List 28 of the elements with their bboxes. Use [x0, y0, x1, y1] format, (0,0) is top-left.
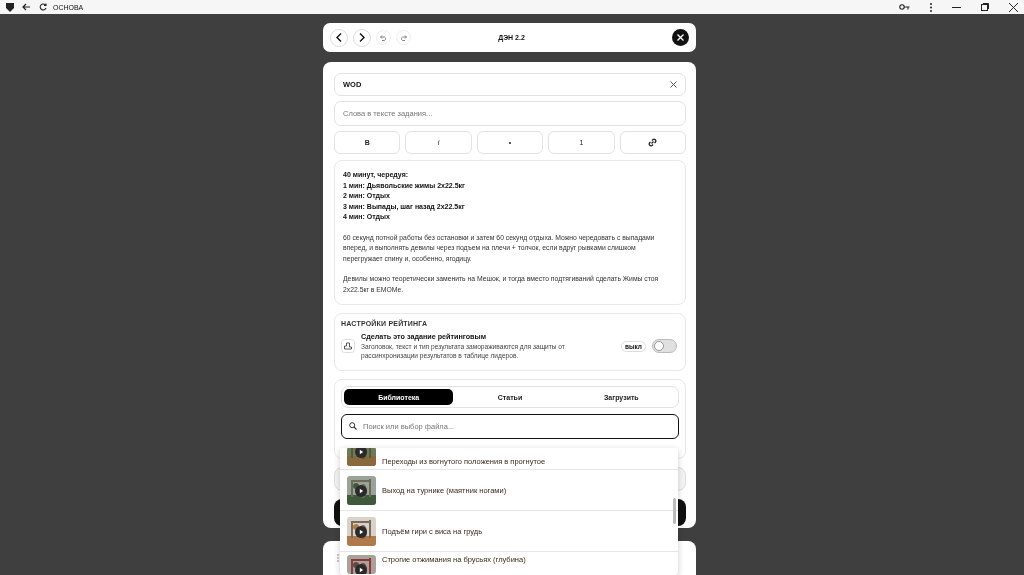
- maximize-icon[interactable]: [981, 3, 989, 11]
- undo-button[interactable]: [376, 30, 391, 45]
- close-icon: [677, 34, 684, 41]
- play-icon[interactable]: [355, 525, 367, 538]
- next-button[interactable]: [353, 28, 371, 47]
- redo-icon: [400, 34, 407, 41]
- reload-icon[interactable]: [39, 3, 47, 11]
- app-icon: [6, 2, 14, 12]
- scrollbar-thumb[interactable]: [673, 498, 676, 524]
- minimize-icon[interactable]: [952, 6, 961, 8]
- key-icon[interactable]: [899, 4, 910, 10]
- play-icon[interactable]: [355, 564, 367, 574]
- close-button[interactable]: [672, 29, 689, 46]
- clear-icon[interactable]: [670, 81, 677, 88]
- previous-button[interactable]: [330, 28, 348, 47]
- link-icon: [648, 138, 658, 147]
- play-icon[interactable]: [355, 448, 367, 458]
- redo-button[interactable]: [396, 30, 411, 45]
- chevron-left-icon: [336, 33, 342, 42]
- podium-icon: [341, 339, 355, 353]
- play-icon[interactable]: [355, 484, 367, 497]
- rating-toggle[interactable]: [652, 339, 677, 353]
- close-icon[interactable]: [1009, 2, 1018, 12]
- back-icon[interactable]: [22, 3, 31, 11]
- undo-icon: [380, 34, 387, 41]
- search-icon: [349, 422, 357, 430]
- drag-handle-icon[interactable]: [337, 554, 339, 562]
- chevron-right-icon: [359, 33, 365, 42]
